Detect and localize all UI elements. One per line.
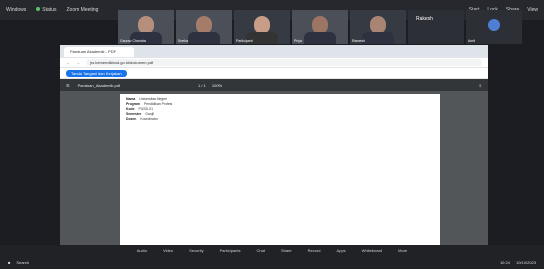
- back-icon[interactable]: ←: [66, 60, 70, 65]
- participant-tile[interactable]: Ramesh: [350, 10, 406, 44]
- status-dot-icon: [36, 7, 41, 11]
- browser-window: Panduan Akademik - PDF ← → jrs.kemendikb…: [60, 45, 488, 245]
- participant-tile[interactable]: Priya: [292, 10, 348, 44]
- participant-tile[interactable]: Rakesh: [408, 10, 464, 44]
- avatar: [488, 19, 500, 31]
- url-field[interactable]: jrs.kemendikbud.go.id/dokumen.pdf: [86, 59, 482, 66]
- status: Status: [36, 7, 56, 13]
- taskbar-time: 10:24: [499, 259, 510, 265]
- participant-tile[interactable]: Participant: [234, 10, 290, 44]
- meeting-title: Zoom Meeting: [66, 7, 99, 13]
- ctl-more[interactable]: More: [398, 248, 407, 253]
- participant-tile[interactable]: Gaurav Chandra: [118, 10, 174, 44]
- ctl-record[interactable]: Record: [308, 248, 321, 253]
- windows-icon[interactable]: ■: [8, 260, 10, 265]
- ctl-video[interactable]: Video: [163, 248, 173, 253]
- ctl-chat[interactable]: Chat: [257, 248, 265, 253]
- taskbar-date: 10/10/2023: [515, 259, 536, 265]
- zoom-level[interactable]: 100%: [212, 83, 222, 88]
- ctl-audio[interactable]: Audio: [137, 248, 147, 253]
- bookmarks-bar: Tanda Tangani dan Kerjakan: [60, 68, 488, 79]
- participant-tile[interactable]: Sneha: [176, 10, 232, 44]
- menu-icon[interactable]: ☰: [66, 83, 70, 88]
- pdf-line: Dosen Koordinator: [126, 116, 158, 121]
- address-row: ← → jrs.kemendikbud.go.id/dokumen.pdf: [60, 58, 488, 68]
- browser-tab[interactable]: Panduan Akademik - PDF: [64, 46, 134, 57]
- bookmark-button[interactable]: Tanda Tangani dan Kerjakan: [66, 69, 127, 77]
- pdf-viewer: Nama Universitas Negeri Program Pendidikan…: [60, 91, 488, 245]
- pdf-page: Nama Universitas Negeri Program Pendidikan…: [120, 94, 440, 245]
- pdf-toolbar: ☰ Panduan_Akademik.pdf 1 / 1 100% ⇩: [60, 79, 488, 91]
- ctl-apps[interactable]: Apps: [337, 248, 346, 253]
- download-icon[interactable]: ⇩: [479, 83, 482, 88]
- page-count: 1 / 1: [198, 82, 206, 88]
- app-frame: Windows Status Zoom Meeting Start Lock S…: [0, 0, 544, 269]
- zoom-controls: Audio Video Security Participants Chat S…: [0, 245, 544, 255]
- ctl-whiteboard[interactable]: Whiteboard: [362, 248, 382, 253]
- forward-icon[interactable]: →: [76, 60, 80, 65]
- menu[interactable]: Windows: [6, 7, 26, 13]
- participant-strip: Gaurav Chandra Sneha Participant Priya R…: [118, 10, 522, 44]
- top-view[interactable]: View: [527, 7, 538, 13]
- os-taskbar: ■ Search 10:24 10/10/2023: [0, 255, 544, 269]
- ctl-security[interactable]: Security: [189, 248, 203, 253]
- participant-tile[interactable]: Amit: [466, 10, 522, 44]
- pdf-title: Panduan_Akademik.pdf: [77, 82, 121, 88]
- ctl-share[interactable]: Share: [281, 248, 292, 253]
- tab-bar: Panduan Akademik - PDF: [60, 45, 488, 58]
- taskbar-search[interactable]: Search: [16, 260, 29, 265]
- ctl-participants[interactable]: Participants: [220, 248, 241, 253]
